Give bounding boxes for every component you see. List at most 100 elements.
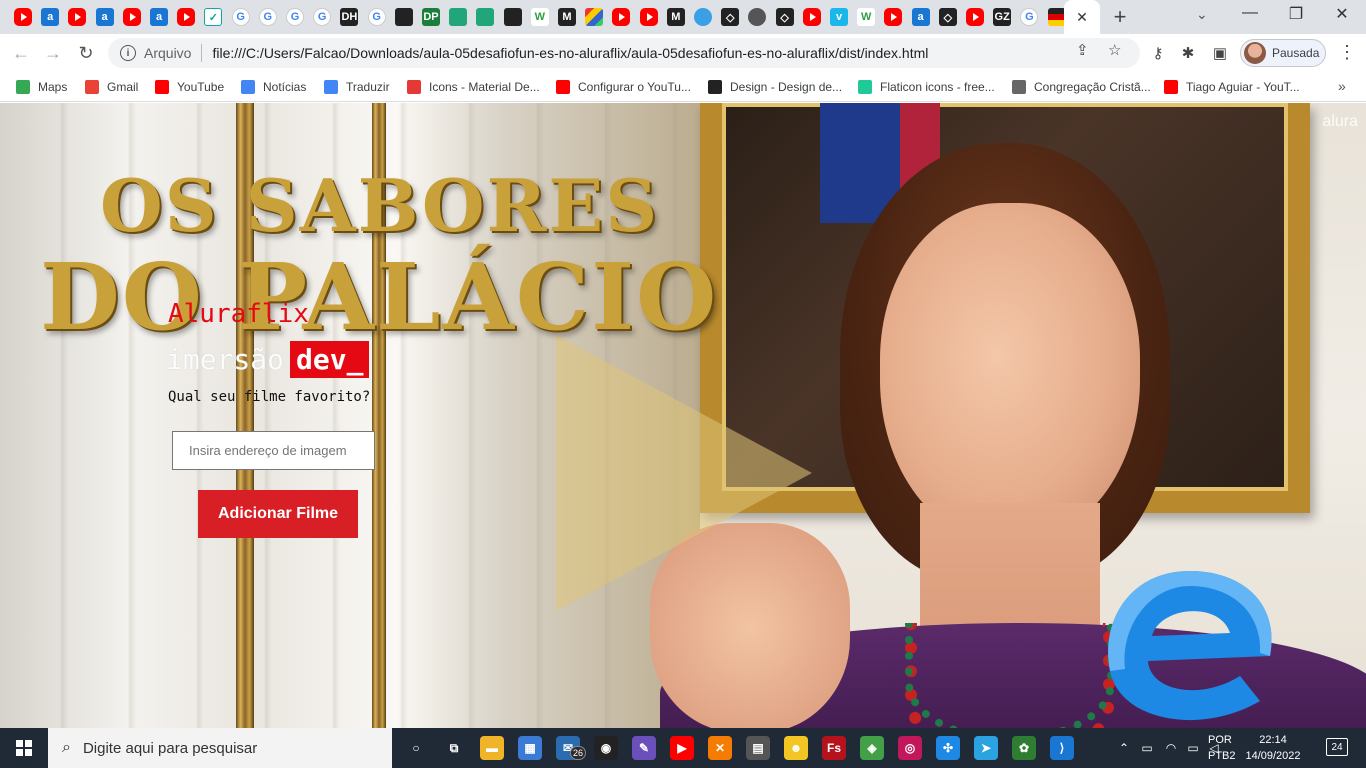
tray-overflow-icon[interactable]: ⌃ <box>1114 741 1134 755</box>
window-close-button[interactable]: ✕ <box>1332 4 1352 24</box>
bookmark-item[interactable]: Maps <box>16 77 67 97</box>
youtube-icon[interactable] <box>68 8 87 26</box>
new-tab-button[interactable]: + <box>1108 4 1132 30</box>
restore-button[interactable]: ❐ <box>1286 4 1306 24</box>
paint-icon[interactable]: ✎ <box>632 736 656 760</box>
notifications-button[interactable]: 24 <box>1326 738 1348 756</box>
start-button[interactable] <box>0 728 48 768</box>
bookmark-item[interactable]: Icons - Material De... <box>407 77 540 97</box>
codepen-icon[interactable]: ◇ <box>938 8 957 26</box>
share-icon[interactable]: ⇪ <box>1076 41 1089 59</box>
vscode-icon[interactable]: ⟩ <box>1050 736 1074 760</box>
github-icon[interactable] <box>394 8 413 26</box>
network-app-icon[interactable]: ✣ <box>936 736 960 760</box>
extensions-icon[interactable]: ✱ <box>1178 44 1198 62</box>
address-bar[interactable]: i Arquivo file:///C:/Users/Falcao/Downlo… <box>108 38 1140 68</box>
check-icon[interactable]: ✓ <box>204 8 223 26</box>
side-panel-icon[interactable]: ▣ <box>1210 44 1230 62</box>
vimeo-icon[interactable]: v <box>830 8 848 26</box>
dark-app-icon[interactable] <box>503 8 522 26</box>
calculator-icon[interactable]: ▤ <box>746 736 770 760</box>
germany-flag-icon[interactable] <box>1047 8 1066 26</box>
blue-circle-icon[interactable] <box>694 8 712 26</box>
m-icon[interactable]: M <box>666 8 685 26</box>
clock[interactable]: 22:14 14/09/2022 <box>1240 732 1306 764</box>
menu-icon[interactable]: ⋮ <box>1338 42 1356 63</box>
alura-icon[interactable]: a <box>911 8 930 26</box>
back-button[interactable]: ← <box>8 40 34 66</box>
tab-search-button[interactable]: ⌄ <box>1196 6 1208 23</box>
youtube-icon[interactable] <box>802 8 821 26</box>
bookmark-item[interactable]: Gmail <box>85 77 138 97</box>
github-desktop-icon[interactable]: ◉ <box>594 736 618 760</box>
screen-recorder-icon[interactable]: ◎ <box>898 736 922 760</box>
codepen-icon[interactable]: ◇ <box>775 8 794 26</box>
alura-icon[interactable]: a <box>95 8 114 26</box>
dh-icon[interactable]: DH <box>340 8 359 26</box>
bookmark-item[interactable]: Traduzir <box>324 77 390 97</box>
teal-app-icon[interactable] <box>476 8 495 26</box>
store-icon[interactable]: ▦ <box>518 736 542 760</box>
bookmark-item[interactable]: Flaticon icons - free... <box>858 77 995 97</box>
google-icon[interactable]: G <box>286 8 304 26</box>
youtube-icon[interactable]: ▶ <box>670 736 694 760</box>
cube-icon[interactable]: ◈ <box>860 736 884 760</box>
google-icon[interactable]: G <box>313 8 332 26</box>
google-icon[interactable]: G <box>258 8 277 26</box>
google-icon[interactable]: G <box>1020 8 1039 26</box>
profile-button[interactable]: Pausada <box>1240 39 1326 67</box>
wifi-icon[interactable]: ◠ <box>1160 741 1182 755</box>
bookmarks-overflow-button[interactable]: » <box>1338 78 1346 94</box>
google-icon[interactable]: G <box>231 8 250 26</box>
gray-circle-icon[interactable] <box>748 8 767 26</box>
youtube-icon[interactable] <box>612 8 631 26</box>
codepen-icon[interactable]: ◇ <box>721 8 740 26</box>
add-movie-button[interactable]: Adicionar Filme <box>198 490 358 538</box>
file-explorer-icon[interactable]: ▬ <box>480 736 504 760</box>
alura-icon[interactable]: a <box>150 8 168 26</box>
xampp-icon[interactable]: ✕ <box>708 736 732 760</box>
dp-icon[interactable]: DP <box>422 8 440 26</box>
minimize-button[interactable]: — <box>1240 4 1260 22</box>
app-yellow-icon[interactable]: ☻ <box>784 736 808 760</box>
taskbar-search[interactable]: ⌕ Digite aqui para pesquisar <box>48 728 392 768</box>
youtube-icon[interactable] <box>122 8 141 26</box>
fireworks-icon[interactable]: Fs <box>822 736 846 760</box>
info-icon[interactable]: i <box>120 45 136 61</box>
forward-button[interactable]: → <box>40 40 66 66</box>
multicolor-icon[interactable] <box>585 8 604 26</box>
bookmark-item[interactable]: YouTube <box>155 77 224 97</box>
youtube-icon[interactable] <box>966 8 984 26</box>
youtube-icon[interactable] <box>884 8 903 26</box>
google-icon[interactable]: G <box>367 8 386 26</box>
youtube-icon[interactable] <box>177 8 196 26</box>
url-text[interactable]: file:///C:/Users/Falcao/Downloads/aula-0… <box>212 45 928 61</box>
image-url-input[interactable] <box>172 431 375 470</box>
bookmark-item[interactable]: Configurar o YouTu... <box>556 77 691 97</box>
meet-now-icon[interactable]: ▭ <box>1134 741 1160 755</box>
close-tab-icon[interactable]: ✕ <box>1076 9 1088 26</box>
input-language[interactable]: POR PTB2 <box>1208 732 1236 764</box>
key-icon[interactable]: ⚷ <box>1148 44 1168 62</box>
youtube-icon[interactable] <box>639 8 658 26</box>
youtube-icon[interactable] <box>14 8 32 26</box>
alura-icon[interactable]: a <box>41 8 60 26</box>
reload-button[interactable]: ↻ <box>73 40 99 66</box>
news-icon <box>241 80 255 94</box>
w-icon[interactable]: W <box>857 8 876 26</box>
telegram-icon[interactable]: ➤ <box>974 736 998 760</box>
bookmark-star-icon[interactable]: ☆ <box>1108 41 1121 59</box>
battery-icon[interactable]: ▭ <box>1182 741 1204 755</box>
cortana-icon[interactable]: ○ <box>404 736 428 760</box>
gzh-icon[interactable]: GZ <box>993 8 1012 26</box>
bookmark-item[interactable]: Congregação Cristã... <box>1012 77 1151 97</box>
evernote-icon[interactable]: ✿ <box>1012 736 1036 760</box>
m-icon[interactable]: M <box>558 8 576 26</box>
bookmark-item[interactable]: Design - Design de... <box>708 77 842 97</box>
bookmark-item[interactable]: Notícias <box>241 77 306 97</box>
bookmark-item[interactable]: Tiago Aguiar - YouT... <box>1164 77 1300 97</box>
w-icon[interactable]: W <box>530 8 549 26</box>
green-app-icon[interactable] <box>449 8 468 26</box>
task-view-icon[interactable]: ⧉ <box>442 736 466 760</box>
active-tab[interactable]: ✕ <box>1064 0 1100 34</box>
